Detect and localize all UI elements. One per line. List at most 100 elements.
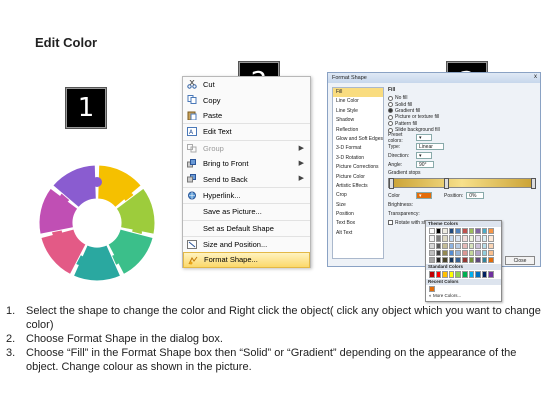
menu-item-paste[interactable]: Paste bbox=[183, 108, 310, 123]
menu-item-size-and-position[interactable]: Size and Position... bbox=[183, 235, 310, 252]
color-swatch[interactable] bbox=[455, 249, 461, 257]
color-swatch[interactable] bbox=[461, 242, 468, 249]
color-swatch[interactable] bbox=[481, 249, 488, 257]
menu-item-cut[interactable]: Cut bbox=[183, 77, 310, 92]
category-item[interactable]: Size bbox=[333, 201, 383, 210]
color-swatch[interactable] bbox=[468, 228, 475, 235]
menu-item-bring-to-front[interactable]: Bring to Front ▶ bbox=[183, 156, 310, 171]
menu-item-set-default-shape[interactable]: Set as Default Shape bbox=[183, 219, 310, 236]
menu-item-hyperlink[interactable]: Hyperlink... bbox=[183, 186, 310, 203]
color-swatch[interactable] bbox=[442, 257, 448, 264]
color-picker-button[interactable]: ▾ bbox=[416, 192, 432, 200]
category-item[interactable]: Line Color bbox=[333, 97, 383, 106]
color-swatch[interactable] bbox=[481, 228, 488, 235]
color-swatch[interactable] bbox=[429, 228, 435, 235]
gradient-stop[interactable] bbox=[389, 178, 394, 190]
menu-item-edit-text[interactable]: A Edit Text bbox=[183, 123, 310, 139]
color-swatch[interactable] bbox=[435, 235, 442, 242]
color-swatch[interactable] bbox=[488, 235, 494, 242]
color-swatch[interactable] bbox=[488, 242, 494, 249]
close-button[interactable]: Close bbox=[505, 256, 535, 265]
color-swatch[interactable] bbox=[488, 249, 494, 257]
category-item[interactable]: Picture Color bbox=[333, 173, 383, 182]
color-swatch[interactable] bbox=[442, 249, 448, 257]
color-swatch[interactable] bbox=[455, 228, 461, 235]
category-item[interactable]: Position bbox=[333, 210, 383, 219]
category-item[interactable]: Line Style bbox=[333, 107, 383, 116]
category-item[interactable]: Text Box bbox=[333, 219, 383, 228]
color-swatch[interactable] bbox=[461, 228, 468, 235]
color-swatch[interactable] bbox=[468, 242, 475, 249]
color-swatch[interactable] bbox=[435, 242, 442, 249]
color-swatch[interactable] bbox=[429, 257, 435, 264]
type-dropdown[interactable]: Linear bbox=[416, 143, 444, 151]
puzzle-wheel-diagram[interactable] bbox=[34, 160, 160, 286]
color-swatch[interactable] bbox=[448, 242, 455, 249]
color-swatch[interactable] bbox=[442, 228, 448, 235]
color-swatch[interactable] bbox=[455, 271, 461, 278]
preset-colors-dropdown[interactable]: ▾ bbox=[416, 134, 432, 142]
color-swatch[interactable] bbox=[481, 242, 488, 249]
color-swatch[interactable] bbox=[448, 257, 455, 264]
direction-dropdown[interactable]: ▾ bbox=[416, 152, 432, 160]
color-swatch[interactable] bbox=[468, 257, 475, 264]
category-item[interactable]: Picture Corrections bbox=[333, 163, 383, 172]
position-input[interactable]: 0% bbox=[466, 192, 485, 200]
category-item[interactable]: Crop bbox=[333, 191, 383, 200]
gradient-stop[interactable] bbox=[444, 178, 449, 190]
color-swatch[interactable] bbox=[475, 271, 481, 278]
radio-button[interactable] bbox=[388, 114, 393, 120]
color-swatch[interactable] bbox=[475, 242, 481, 249]
color-swatch[interactable] bbox=[435, 228, 442, 235]
radio-button[interactable] bbox=[388, 121, 393, 127]
color-swatch[interactable] bbox=[488, 257, 494, 264]
category-item[interactable]: Reflection bbox=[333, 126, 383, 135]
color-swatch[interactable] bbox=[448, 235, 455, 242]
color-swatch[interactable] bbox=[429, 235, 435, 242]
color-swatch[interactable] bbox=[442, 235, 448, 242]
menu-item-save-as-picture[interactable]: Save as Picture... bbox=[183, 203, 310, 219]
color-swatch[interactable] bbox=[468, 235, 475, 242]
color-swatch[interactable] bbox=[429, 285, 435, 293]
radio-button[interactable] bbox=[388, 95, 393, 101]
color-swatch[interactable] bbox=[461, 257, 468, 264]
color-swatch[interactable] bbox=[461, 271, 468, 278]
color-swatch[interactable] bbox=[468, 249, 475, 257]
color-swatch[interactable] bbox=[461, 235, 468, 242]
color-swatch[interactable] bbox=[455, 235, 461, 242]
close-icon[interactable]: x bbox=[534, 74, 537, 80]
gradient-stop[interactable] bbox=[531, 178, 536, 190]
color-swatch[interactable] bbox=[435, 257, 442, 264]
color-swatch[interactable] bbox=[442, 242, 448, 249]
category-item[interactable]: Artistic Effects bbox=[333, 182, 383, 191]
color-swatch[interactable] bbox=[435, 271, 442, 278]
category-item[interactable]: 3-D Rotation bbox=[333, 154, 383, 163]
color-swatch[interactable] bbox=[429, 249, 435, 257]
gradient-stops-bar[interactable] bbox=[388, 178, 536, 190]
category-item[interactable]: Fill bbox=[333, 88, 383, 98]
color-swatch[interactable] bbox=[429, 271, 435, 278]
color-swatch[interactable] bbox=[475, 257, 481, 264]
menu-item-copy[interactable]: Copy bbox=[183, 92, 310, 107]
rotate-checkbox[interactable] bbox=[388, 220, 393, 226]
color-swatch[interactable] bbox=[475, 228, 481, 235]
color-swatch[interactable] bbox=[442, 271, 448, 278]
menu-item-send-to-back[interactable]: Send to Back ▶ bbox=[183, 171, 310, 186]
category-item[interactable]: Glow and Soft Edges bbox=[333, 135, 383, 144]
color-swatch[interactable] bbox=[488, 271, 494, 278]
category-item[interactable]: Shadow bbox=[333, 116, 383, 125]
color-swatch[interactable] bbox=[475, 235, 481, 242]
color-swatch[interactable] bbox=[448, 271, 455, 278]
color-swatch[interactable] bbox=[481, 257, 488, 264]
color-swatch[interactable] bbox=[475, 249, 481, 257]
color-swatch[interactable] bbox=[481, 271, 488, 278]
color-swatch[interactable] bbox=[455, 257, 461, 264]
color-swatch[interactable] bbox=[429, 242, 435, 249]
radio-button[interactable] bbox=[388, 108, 393, 114]
color-swatch[interactable] bbox=[435, 249, 442, 257]
menu-item-format-shape[interactable]: Format Shape... bbox=[183, 252, 310, 268]
color-swatch[interactable] bbox=[461, 249, 468, 257]
color-swatch[interactable] bbox=[448, 249, 455, 257]
category-item[interactable]: Alt Text bbox=[333, 229, 383, 238]
color-swatch[interactable] bbox=[468, 271, 475, 278]
